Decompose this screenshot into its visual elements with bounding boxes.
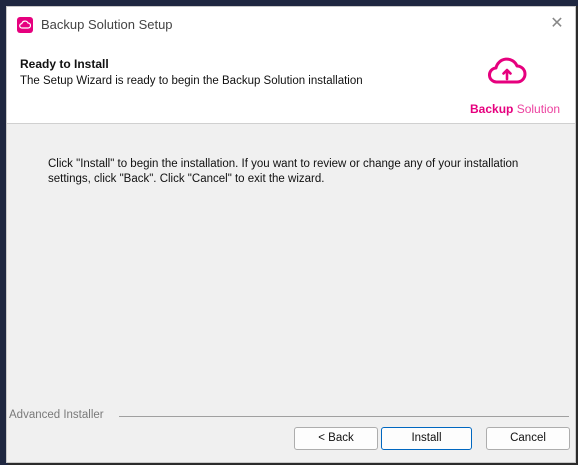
page-subtitle: The Setup Wizard is ready to begin the B… <box>20 75 363 87</box>
close-icon[interactable]: ✕ <box>545 13 569 35</box>
setup-window: Backup Solution Setup ✕ Ready to Install… <box>6 6 576 463</box>
cloud-upload-icon <box>487 53 527 92</box>
divider <box>119 416 569 417</box>
window-title: Backup Solution Setup <box>41 17 173 32</box>
cancel-button[interactable]: Cancel <box>486 427 570 450</box>
installer-label: Advanced Installer <box>9 409 108 421</box>
wizard-header: Ready to Install The Setup Wizard is rea… <box>7 43 575 124</box>
cloud-backup-icon <box>17 17 33 33</box>
brand-logo-text: Backup Solution <box>470 102 560 116</box>
install-message: Click "Install" to begin the installatio… <box>48 158 519 185</box>
page-title: Ready to Install <box>20 57 109 71</box>
brand-name-light: Solution <box>513 102 561 116</box>
installer-branding: Advanced Installer <box>7 409 575 423</box>
back-button[interactable]: < Back <box>294 427 378 450</box>
brand-name-bold: Backup <box>470 102 514 116</box>
title-bar[interactable]: Backup Solution Setup ✕ <box>7 7 575 43</box>
install-button[interactable]: Install <box>381 427 472 450</box>
